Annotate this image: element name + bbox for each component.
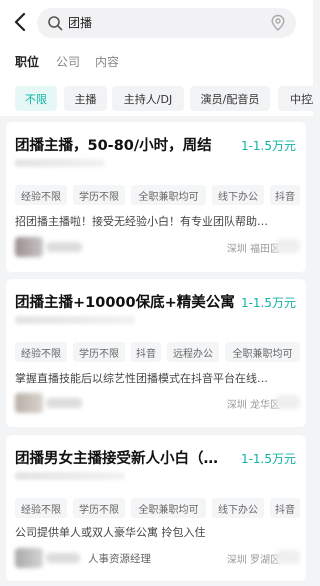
job-salary: 1-1.5万元 — [240, 296, 296, 310]
tab-companies[interactable]: 公司 — [56, 53, 80, 70]
filter-chips: 不限 主播 主持人/DJ 演员/配音员 中控/ — [0, 80, 313, 116]
job-tag: 学历不限 — [73, 498, 125, 518]
tab-jobs[interactable]: 职位 — [15, 53, 39, 70]
recruiter-avatar — [15, 237, 43, 257]
search-icon — [48, 16, 63, 31]
job-card[interactable]: 团播主播，50-80/小时，周结 1-1.5万元 经验不限 学历不限 全职兼职均… — [6, 122, 306, 272]
job-tag: 线下办公 — [212, 498, 264, 518]
distance-redacted — [276, 239, 300, 253]
job-tag: 经验不限 — [15, 342, 67, 362]
job-tag: 远程办公 — [167, 342, 219, 362]
filter-chip-any[interactable]: 不限 — [15, 86, 57, 111]
chevron-left-icon — [14, 13, 26, 31]
recruiter-title: 人事资源经理 — [88, 553, 151, 565]
filter-chip-control[interactable]: 中控/ — [278, 86, 313, 111]
distance-redacted — [276, 395, 300, 409]
job-location: 深圳 罗湖区 — [226, 555, 280, 566]
distance-redacted — [276, 550, 300, 564]
job-title: 团播主播，50-80/小时，周结 — [15, 138, 212, 154]
job-tag: 抖音 — [131, 342, 161, 362]
location-icon[interactable] — [270, 14, 286, 32]
recruiter-avatar — [15, 548, 43, 568]
top-bar: 团播 — [0, 0, 313, 44]
company-name-redacted — [15, 472, 125, 480]
job-tag: 抖音 — [270, 185, 300, 205]
job-title: 团播男女主播接受新人小白（… — [15, 451, 218, 467]
filter-chip-actor-voice[interactable]: 演员/配音员 — [190, 86, 270, 111]
job-location: 深圳 龙华区 — [226, 400, 280, 411]
recruiter-name-redacted — [46, 553, 80, 563]
job-location: 深圳 福田区 — [226, 244, 280, 255]
search-query: 团播 — [68, 16, 93, 30]
company-name-redacted — [15, 316, 135, 324]
job-tag: 学历不限 — [73, 185, 125, 205]
job-card[interactable]: 团播主播+10000保底+精美公寓 1-1.5万元 经验不限 学历不限 抖音 远… — [6, 279, 306, 427]
recruiter-name-redacted — [46, 398, 82, 408]
search-input[interactable]: 团播 — [37, 8, 296, 38]
job-description: 掌握直播技能后以综艺性团播模式在抖音平台在线… — [15, 372, 268, 385]
recruiter-avatar — [15, 393, 43, 413]
job-tag: 全职兼职均可 — [131, 498, 206, 518]
job-description: 招团播主播啦！接受无经验小白！有专业团队帮助… — [15, 215, 268, 228]
filter-chip-emcee-dj[interactable]: 主持人/DJ — [112, 86, 184, 111]
job-description: 公司提供单人或双人豪华公寓 拎包入住 — [15, 526, 206, 539]
job-salary: 1-1.5万元 — [240, 452, 296, 466]
job-title: 团播主播+10000保底+精美公寓 — [15, 295, 235, 311]
job-tag: 全职兼职均可 — [131, 185, 206, 205]
tab-content[interactable]: 内容 — [95, 53, 119, 70]
job-tag: 学历不限 — [73, 342, 125, 362]
job-tag: 经验不限 — [15, 185, 67, 205]
recruiter-name-redacted — [46, 242, 82, 252]
job-tag: 线下办公 — [212, 185, 264, 205]
job-salary: 1-1.5万元 — [240, 139, 296, 153]
job-card[interactable]: 团播男女主播接受新人小白（… 1-1.5万元 经验不限 学历不限 全职兼职均可 … — [6, 435, 306, 581]
result-tabs: 职位 公司 内容 — [0, 44, 313, 80]
company-name-redacted — [15, 159, 105, 167]
back-button[interactable] — [10, 12, 30, 32]
job-tag: 抖音 — [270, 498, 300, 518]
job-tag: 经验不限 — [15, 498, 67, 518]
filter-chip-host[interactable]: 主播 — [64, 86, 107, 111]
job-tag: 全职兼职均可 — [225, 342, 300, 362]
